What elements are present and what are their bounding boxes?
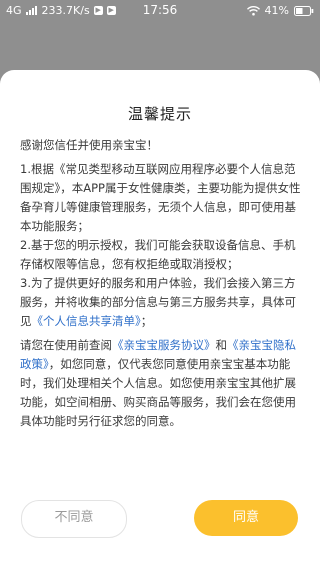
policy-item-3-end: ； — [140, 314, 153, 328]
policy-item-3: 3.为了提供更好的服务和用户体验，我们会接入第三方服务，并将收集的部分信息与第三… — [20, 274, 304, 331]
wifi-icon — [246, 5, 260, 15]
battery-percent: 41% — [264, 4, 289, 17]
agreement-text-1: 请您在使用前查阅 — [20, 338, 112, 352]
service-agreement-link[interactable]: 《亲宝宝服务协议》 — [112, 338, 216, 352]
agreement-and: 和 — [215, 338, 228, 352]
agreement-paragraph: 请您在使用前查阅《亲宝宝服务协议》和《亲宝宝隐私政策》，如您同意，仅代表您同意使… — [20, 336, 304, 431]
status-right: 41% — [246, 4, 314, 17]
battery-icon — [294, 5, 314, 16]
policy-item-1-text: 1.根据《常见类型移动互联网应用程序必要个人信息范围规定》，本APP属于女性健康… — [20, 162, 301, 233]
privacy-dialog: 温馨提示 感谢您信任并使用亲宝宝！ 1.根据《常见类型移动互联网应用程序必要个人… — [0, 70, 320, 568]
dialog-title: 温馨提示 — [127, 105, 192, 123]
info-sharing-list-link[interactable]: 《个人信息共享清单》 — [32, 314, 141, 328]
status-bar: 4G 233.7K/s ▶ ▶ 17:56 41% — [0, 0, 320, 22]
policy-item-2-text: 2.基于您的明示授权，我们可能会获取设备信息、手机存储权限等信息，您有权拒绝或取… — [20, 238, 296, 271]
agreement-text-2: ，如您同意，仅代表您同意使用亲宝宝基本功能时，我们处理相关个人信息。如您使用亲宝… — [20, 357, 296, 428]
dialog-body: 感谢您信任并使用亲宝宝！ 1.根据《常见类型移动互联网应用程序必要个人信息范围规… — [20, 136, 304, 436]
intro-text: 感谢您信任并使用亲宝宝！ — [20, 138, 158, 152]
policy-item-1: 1.根据《常见类型移动互联网应用程序必要个人信息范围规定》，本APP属于女性健康… — [20, 160, 304, 331]
disagree-button[interactable]: 不同意 — [21, 500, 127, 538]
agree-button[interactable]: 同意 — [194, 500, 298, 536]
